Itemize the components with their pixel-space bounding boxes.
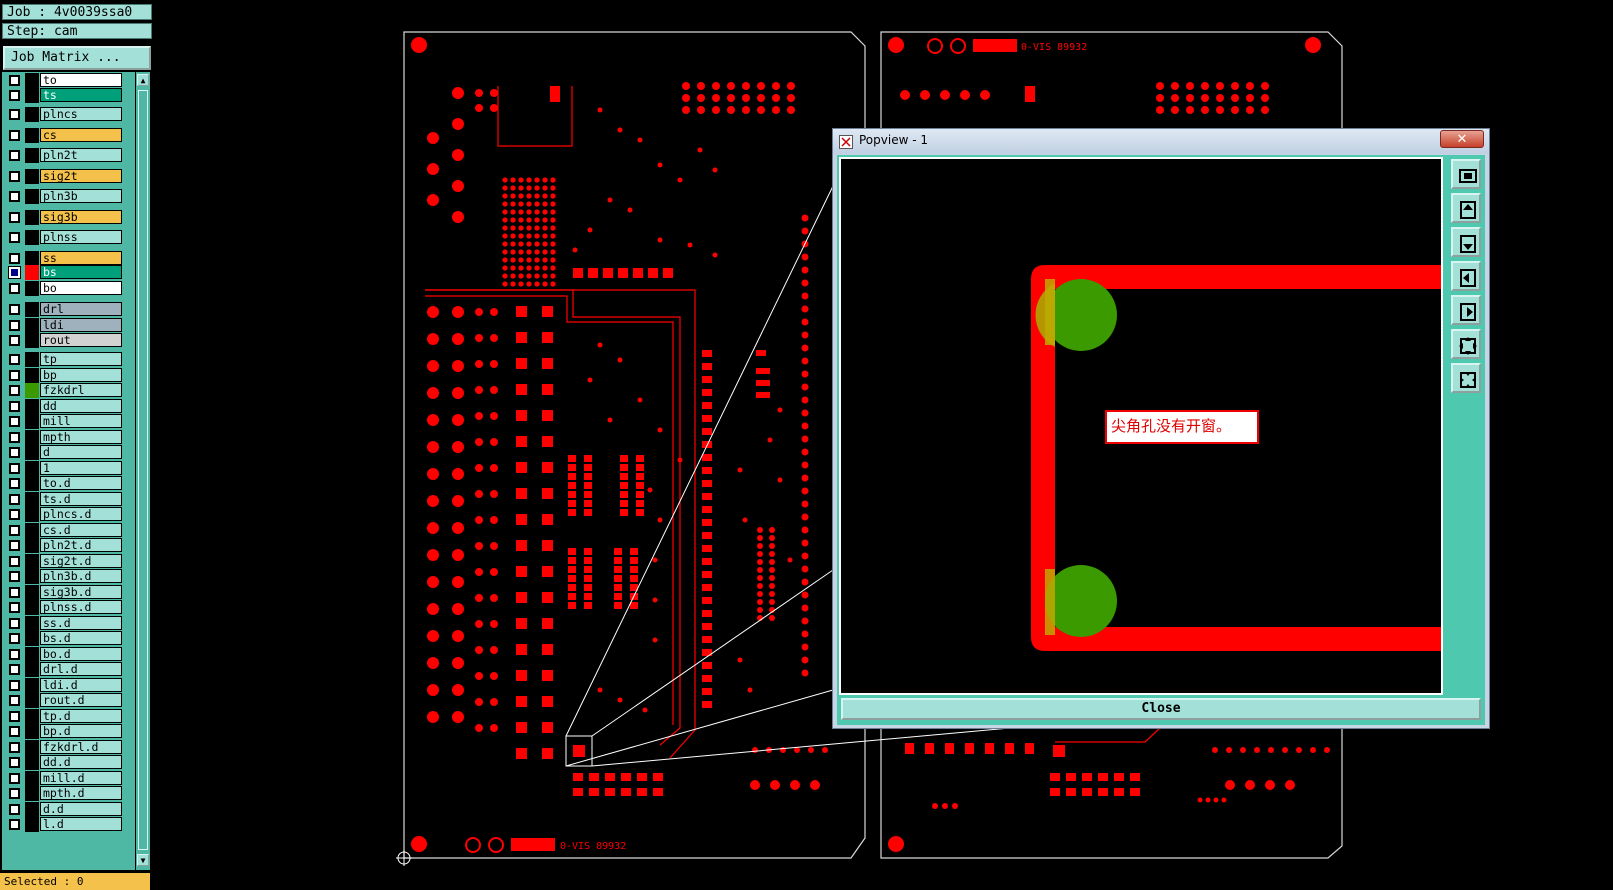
pan-right-icon	[1460, 303, 1476, 321]
pan-right-button[interactable]	[1451, 295, 1481, 325]
drill-hole-bottom	[1045, 565, 1117, 637]
popview-titlebar[interactable]: Popview - 1 ✕	[833, 129, 1489, 154]
zoom-in-icon	[1459, 337, 1477, 355]
annotation-note: 尖角孔没有开窗。	[1105, 410, 1259, 444]
popview-toolbar	[1449, 157, 1483, 695]
zoom-fit-icon	[1459, 169, 1477, 183]
popview-canvas[interactable]: 尖角孔没有开窗。	[839, 157, 1443, 695]
pan-left-icon	[1460, 269, 1476, 287]
zoom-out-button[interactable]	[1451, 363, 1481, 393]
popview-body: 尖角孔没有开窗。 Close	[837, 155, 1485, 725]
origin-marker-icon	[396, 850, 412, 866]
pan-down-icon	[1460, 235, 1476, 253]
zoom-in-button[interactable]	[1451, 329, 1481, 359]
board-marking-text-top: 0-VIS 89932	[1021, 42, 1087, 53]
board-marking-text: 0-VIS 89932	[560, 841, 626, 852]
window-app-icon	[839, 135, 853, 149]
pan-left-button[interactable]	[1451, 261, 1481, 291]
zoom-fit-button[interactable]	[1451, 159, 1481, 189]
popview-title: Popview - 1	[859, 133, 928, 147]
drill-hole-top	[1045, 279, 1117, 351]
zoom-out-icon	[1460, 372, 1476, 388]
window-close-button[interactable]: ✕	[1440, 130, 1484, 148]
pan-down-button[interactable]	[1451, 227, 1481, 257]
board-marking-bottom: 0-VIS 89932	[465, 837, 626, 853]
popview-window: Popview - 1 ✕ 尖角孔没有开窗。 Close	[832, 128, 1490, 729]
pan-up-button[interactable]	[1451, 193, 1481, 223]
pan-up-icon	[1460, 201, 1476, 219]
close-button[interactable]: Close	[841, 698, 1481, 720]
board-marking-top: 0-VIS 89932	[927, 38, 1087, 54]
